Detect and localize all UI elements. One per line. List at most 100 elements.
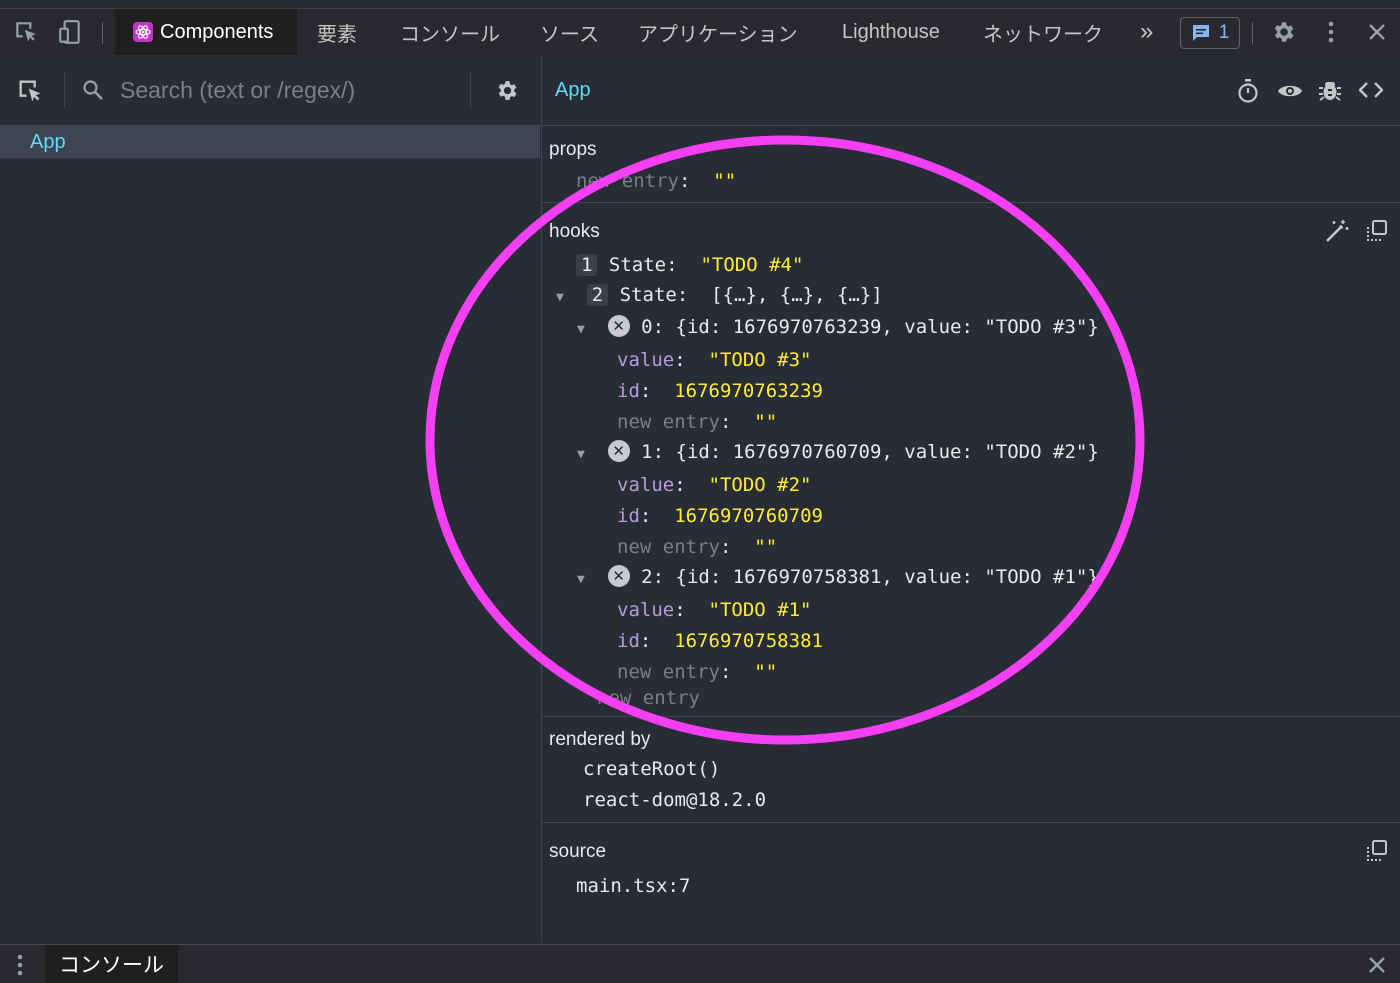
new-entry-value: ""	[754, 536, 778, 558]
value-key: value	[617, 474, 675, 496]
hook-state-2[interactable]: ▼ 2 State: [{…}, {…}, {…}]	[556, 284, 883, 306]
section-divider	[542, 202, 1400, 203]
drawer-tab-console[interactable]: コンソール	[45, 945, 178, 983]
drawer-menu-icon[interactable]	[16, 953, 24, 982]
item-new-entry[interactable]: new entry: ""	[617, 661, 777, 683]
id-key: id	[617, 630, 640, 652]
tab-components-label: Components	[160, 20, 274, 43]
bottom-drawer: コンソール	[0, 944, 1400, 983]
tab-elements[interactable]: 要素	[317, 9, 357, 55]
array-item-1[interactable]: ▼ ✕ 1: {id: 1676970760709, value: "TODO …	[577, 440, 1099, 463]
section-divider	[542, 822, 1400, 823]
id-value: 1676970760709	[674, 505, 823, 527]
item-new-entry[interactable]: new entry: ""	[617, 411, 777, 433]
tab-sources[interactable]: ソース	[540, 9, 599, 55]
chevron-down-icon[interactable]: ▼	[577, 322, 585, 337]
value-value: "TODO #3"	[708, 349, 812, 371]
rendered-by-item[interactable]: createRoot()	[583, 758, 720, 780]
search-input[interactable]: Search (text or /regex/)	[120, 77, 355, 104]
eye-icon[interactable]	[1277, 81, 1303, 106]
chevron-down-icon[interactable]: ▼	[577, 447, 585, 462]
rendered-by-item[interactable]: react-dom@18.2.0	[583, 789, 766, 811]
chevron-down-icon[interactable]: ▼	[577, 572, 585, 587]
item-key: 0:	[641, 316, 665, 338]
hook-value: [{…}, {…}, {…}]	[711, 284, 883, 306]
item-id-row[interactable]: id: 1676970763239	[617, 380, 823, 402]
item-summary: {id: 1676970760709, value: "TODO #2"}	[675, 441, 1099, 463]
stopwatch-icon[interactable]	[1236, 78, 1260, 109]
source-title: source	[549, 841, 607, 862]
props-new-entry[interactable]: new entry: ""	[576, 170, 736, 192]
id-value: 1676970763239	[674, 380, 823, 402]
array-item-2[interactable]: ▼ ✕ 2: {id: 1676970758381, value: "TODO …	[577, 565, 1099, 588]
tab-components[interactable]: Components	[115, 9, 297, 55]
kebab-menu-icon[interactable]	[1316, 9, 1346, 55]
tree-toolbar: Search (text or /regex/)	[0, 55, 541, 126]
settings-gear-icon[interactable]	[494, 78, 519, 108]
magic-wand-icon[interactable]	[1324, 218, 1350, 249]
tree-item-app[interactable]: App	[0, 126, 540, 158]
react-logo-icon	[133, 22, 153, 42]
item-value-row[interactable]: value: "TODO #3"	[617, 349, 812, 371]
select-component-icon[interactable]	[16, 77, 44, 110]
selected-component-name: App	[555, 79, 591, 101]
copy-icon[interactable]	[1365, 839, 1389, 868]
array-new-entry[interactable]: new entry	[597, 687, 700, 709]
tab-network[interactable]: ネットワーク	[983, 9, 1103, 55]
tab-application[interactable]: アプリケーション	[638, 9, 798, 55]
new-entry-value: ""	[754, 661, 778, 683]
array-item-0[interactable]: ▼ ✕ 0: {id: 1676970763239, value: "TODO …	[577, 315, 1099, 338]
item-id-row[interactable]: id: 1676970760709	[617, 505, 823, 527]
hook-index: 1	[576, 254, 598, 276]
delete-entry-icon[interactable]: ✕	[607, 315, 630, 337]
copy-icon[interactable]	[1365, 219, 1389, 248]
component-tree-panel: Search (text or /regex/) App	[0, 55, 542, 943]
item-value-row[interactable]: value: "TODO #1"	[617, 599, 812, 621]
tab-console[interactable]: コンソール	[400, 9, 500, 55]
tree-item-label: App	[30, 131, 66, 153]
component-inspector-panel: App props new entry: "" hooks 1 State: "…	[542, 55, 1400, 943]
tab-lighthouse[interactable]: Lighthouse	[842, 9, 940, 55]
new-entry-value: ""	[713, 170, 737, 192]
gear-icon[interactable]	[1266, 9, 1300, 55]
delete-entry-icon[interactable]: ✕	[607, 565, 630, 587]
item-summary: {id: 1676970763239, value: "TODO #3"}	[675, 316, 1099, 338]
value-value: "TODO #1"	[708, 599, 812, 621]
drawer-close-icon[interactable]	[1368, 956, 1386, 979]
inspector-header: App	[542, 55, 1400, 126]
toolbar-separator	[470, 72, 471, 108]
issues-count: 1	[1218, 22, 1230, 43]
hook-state-1[interactable]: 1 State: "TODO #4"	[576, 254, 803, 276]
item-key: 2:	[641, 566, 665, 588]
bug-icon[interactable]	[1319, 78, 1341, 107]
id-key: id	[617, 505, 640, 527]
hook-label: State:	[619, 284, 689, 306]
toolbar-separator	[1252, 22, 1253, 44]
value-key: value	[617, 599, 675, 621]
item-summary: {id: 1676970758381, value: "TODO #1"}	[675, 566, 1099, 588]
value-value: "TODO #2"	[708, 474, 812, 496]
more-tabs-button[interactable]: »	[1140, 9, 1153, 55]
device-toolbar-icon[interactable]	[52, 9, 88, 55]
item-value-row[interactable]: value: "TODO #2"	[617, 474, 812, 496]
section-divider	[542, 716, 1400, 717]
rendered-by-title: rendered by	[549, 729, 651, 750]
hooks-section-title: hooks	[549, 221, 600, 242]
item-id-row[interactable]: id: 1676970758381	[617, 630, 823, 652]
message-icon	[1192, 25, 1209, 41]
new-entry-key: new entry	[617, 411, 720, 433]
toolbar-separator	[64, 72, 65, 108]
hook-index: 2	[586, 284, 609, 306]
source-file-link[interactable]: main.tsx:7	[576, 875, 690, 897]
chevron-down-icon[interactable]: ▼	[556, 290, 564, 305]
delete-entry-icon[interactable]: ✕	[607, 440, 630, 462]
inspect-element-icon[interactable]	[8, 9, 44, 55]
new-entry-key: new entry	[576, 170, 679, 192]
item-key: 1:	[641, 441, 665, 463]
item-new-entry[interactable]: new entry: ""	[617, 536, 777, 558]
close-icon[interactable]	[1362, 9, 1392, 55]
id-value: 1676970758381	[674, 630, 823, 652]
toolbar-separator	[102, 22, 103, 44]
issues-button[interactable]: 1	[1180, 17, 1240, 49]
view-source-icon[interactable]	[1358, 81, 1384, 104]
